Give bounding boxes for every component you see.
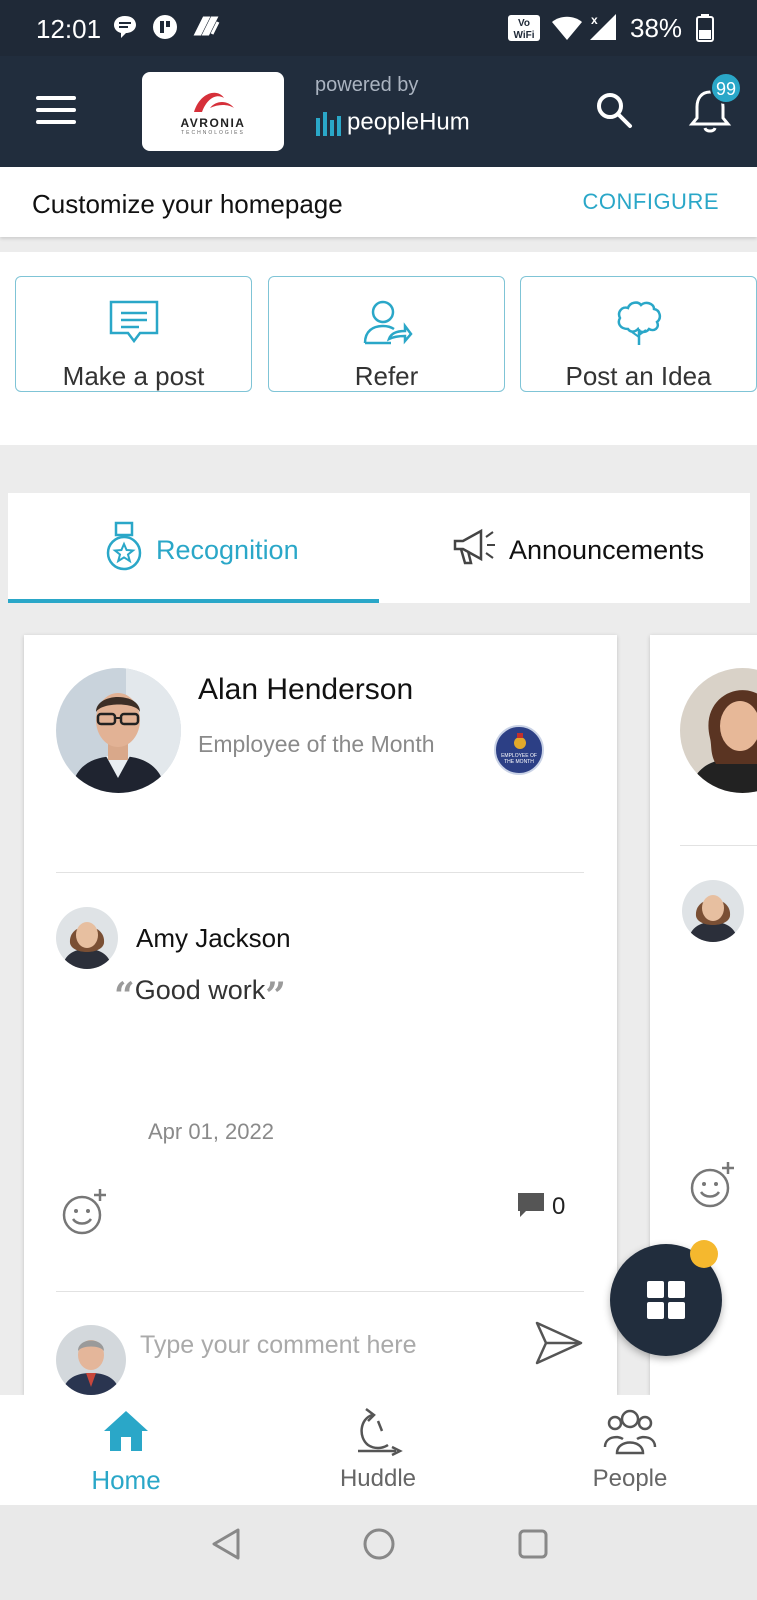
- employee-name[interactable]: Alan Henderson: [198, 673, 413, 707]
- idea-brain-icon: [617, 301, 661, 345]
- company-logo[interactable]: AVRONIA TECHNOLOGIES: [142, 72, 284, 151]
- medal-icon: [106, 521, 142, 571]
- recognition-message: “Good work”: [114, 975, 286, 1017]
- divider: [680, 845, 757, 846]
- recognition-card: Alan Henderson Employee of the Month EMP…: [24, 635, 617, 1395]
- svg-text:x: x: [591, 13, 598, 27]
- comment-count-button[interactable]: 0: [516, 1191, 565, 1224]
- make-a-post-button[interactable]: Make a post: [15, 276, 252, 392]
- logo-text: AVRONIA: [180, 116, 246, 130]
- home-circle-icon[interactable]: [362, 1527, 396, 1561]
- nav-people[interactable]: People: [530, 1395, 730, 1505]
- system-navigation-bar: [0, 1505, 757, 1600]
- vpn-icon: [193, 16, 220, 36]
- signal-icon: x: [590, 13, 616, 40]
- app-header: AVRONIA TECHNOLOGIES powered by peopleHu…: [0, 56, 757, 167]
- customize-homepage-bar: Customize your homepage CONFIGURE: [0, 167, 757, 237]
- open-quote-icon: “: [114, 975, 135, 1017]
- comment-count: 0: [552, 1193, 566, 1220]
- recents-icon[interactable]: [517, 1527, 549, 1561]
- comment-icon: [518, 1193, 544, 1217]
- notification-count-badge: 99: [710, 72, 742, 104]
- send-icon[interactable]: [534, 1320, 584, 1366]
- people-icon: [603, 1409, 657, 1455]
- active-tab-indicator: [8, 599, 379, 603]
- refer-button[interactable]: Refer: [268, 276, 505, 392]
- search-icon[interactable]: [594, 90, 634, 130]
- status-time: 12:01: [36, 14, 102, 44]
- tab-announcements[interactable]: Announcements: [379, 493, 750, 603]
- divider: [56, 872, 584, 873]
- bottom-navigation: Home Huddle People: [0, 1395, 757, 1505]
- employee-of-month-badge-icon: EMPLOYEE OF THE MONTH: [494, 725, 544, 775]
- status-bar: 12:01 Vo WiFi x 38%: [0, 0, 757, 56]
- employee-avatar: [680, 668, 757, 793]
- tab-label: Announcements: [509, 535, 705, 565]
- nav-huddle[interactable]: Huddle: [278, 1395, 478, 1505]
- post-message-icon: [109, 300, 158, 344]
- quick-action-label: Make a post: [62, 361, 205, 391]
- customize-label: Customize your homepage: [32, 189, 343, 219]
- post-an-idea-button[interactable]: Post an Idea: [520, 276, 757, 392]
- badge-text: EMPLOYEE OF THE MONTH: [501, 753, 537, 765]
- add-reaction-icon: [690, 1162, 734, 1208]
- menu-icon[interactable]: [36, 96, 76, 126]
- giver-avatar: [682, 880, 744, 942]
- grid-apps-icon: [647, 1281, 685, 1319]
- battery-icon: [696, 14, 714, 42]
- vowifi-icon: Vo WiFi: [508, 15, 540, 41]
- svg-text:WiFi: WiFi: [513, 30, 534, 41]
- app-notification-icon: [153, 15, 177, 39]
- peoplehum-bars-icon: [316, 112, 341, 136]
- message-text: Good work: [134, 975, 266, 1005]
- configure-button[interactable]: CONFIGURE: [583, 189, 720, 215]
- peoplehum-brand: peopleHum: [315, 108, 470, 138]
- tab-recognition[interactable]: Recognition: [8, 493, 379, 603]
- huddle-icon: [358, 1408, 403, 1457]
- home-icon: [104, 1411, 148, 1451]
- svg-text:Vo: Vo: [518, 18, 530, 29]
- fab-notification-dot: [690, 1240, 718, 1268]
- comment-input[interactable]: [140, 1325, 500, 1365]
- nav-label: Home: [91, 1465, 161, 1495]
- wifi-icon: [552, 16, 582, 40]
- quick-actions: Make a post Refer Post an Idea: [0, 252, 757, 445]
- tab-label: Recognition: [156, 535, 299, 565]
- back-icon[interactable]: [210, 1527, 242, 1561]
- giver-avatar[interactable]: [56, 907, 118, 969]
- add-reaction-icon[interactable]: [60, 1187, 110, 1237]
- megaphone-icon: [453, 528, 495, 565]
- nav-home[interactable]: Home: [26, 1395, 226, 1505]
- divider: [56, 1291, 584, 1292]
- recognition-date: Apr 01, 2022: [148, 1119, 274, 1144]
- logo-subtext: TECHNOLOGIES: [181, 130, 245, 136]
- giver-name[interactable]: Amy Jackson: [136, 923, 291, 954]
- avronia-logo-mark-icon: [194, 92, 234, 112]
- close-quote-icon: ”: [265, 975, 286, 1017]
- feed-tabs: Recognition Announcements: [8, 493, 750, 603]
- nav-label: People: [592, 1465, 668, 1492]
- chat-notification-icon: [114, 16, 136, 38]
- quick-action-label: Refer: [354, 361, 419, 391]
- award-title: Employee of the Month: [198, 731, 435, 757]
- current-user-avatar: [56, 1325, 126, 1395]
- quick-action-label: Post an Idea: [565, 361, 712, 391]
- battery-percent: 38%: [630, 13, 683, 43]
- powered-by-label: powered by: [315, 74, 419, 96]
- refer-person-icon: [363, 300, 413, 345]
- nav-label: Huddle: [339, 1465, 417, 1492]
- employee-avatar[interactable]: [56, 668, 181, 793]
- brand-name: peopleHum: [347, 108, 470, 136]
